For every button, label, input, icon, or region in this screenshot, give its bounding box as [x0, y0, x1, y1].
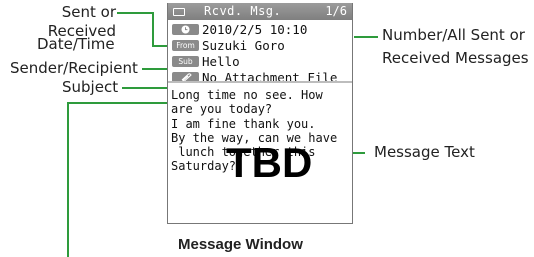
- message-window-screen: Rcvd. Msg. 1/6 2010/2/5 10:10 From Suzuk…: [167, 3, 353, 224]
- callout-date-line2: Date/Time: [37, 35, 115, 53]
- message-line: I am fine thank you.: [171, 116, 316, 131]
- callout-message-text: Message Text: [374, 143, 475, 161]
- sender-value: Suzuki Goro: [202, 38, 285, 53]
- mail-icon: [173, 8, 185, 16]
- leader-date: [117, 12, 173, 47]
- subject-value: Hello: [202, 54, 240, 69]
- callout-number-line2: Received Messages: [382, 49, 529, 67]
- message-line: Long time no see. How: [171, 88, 323, 102]
- callout-sender: Sender/Recipient: [10, 59, 138, 77]
- clock-icon: [172, 24, 199, 35]
- message-count: 1/6: [325, 4, 347, 18]
- row-datetime: 2010/2/5 10:10: [168, 22, 352, 37]
- clock-glyph: [181, 25, 190, 34]
- callout-subject: Subject: [62, 78, 119, 96]
- figure-caption: Message Window: [178, 236, 303, 253]
- callout-number: Number/All Sent or Received Messages: [382, 26, 529, 68]
- title-bar: Rcvd. Msg. 1/6: [168, 3, 352, 20]
- message-line: are you today?: [171, 102, 273, 117]
- datetime-value: 2010/2/5 10:10: [202, 22, 308, 37]
- from-icon: From: [172, 40, 199, 51]
- header-divider: [168, 81, 352, 83]
- row-subject: Sub Hello: [168, 54, 352, 69]
- row-sender: From Suzuki Goro: [168, 38, 352, 53]
- callout-number-line1: Number/All Sent or: [382, 26, 525, 44]
- callout-date-line2-wrap: Date/Time: [37, 35, 115, 54]
- tbd-overlay: TBD: [226, 139, 313, 186]
- screen-title: Rcvd. Msg.: [204, 4, 282, 18]
- sub-icon: Sub: [172, 56, 199, 67]
